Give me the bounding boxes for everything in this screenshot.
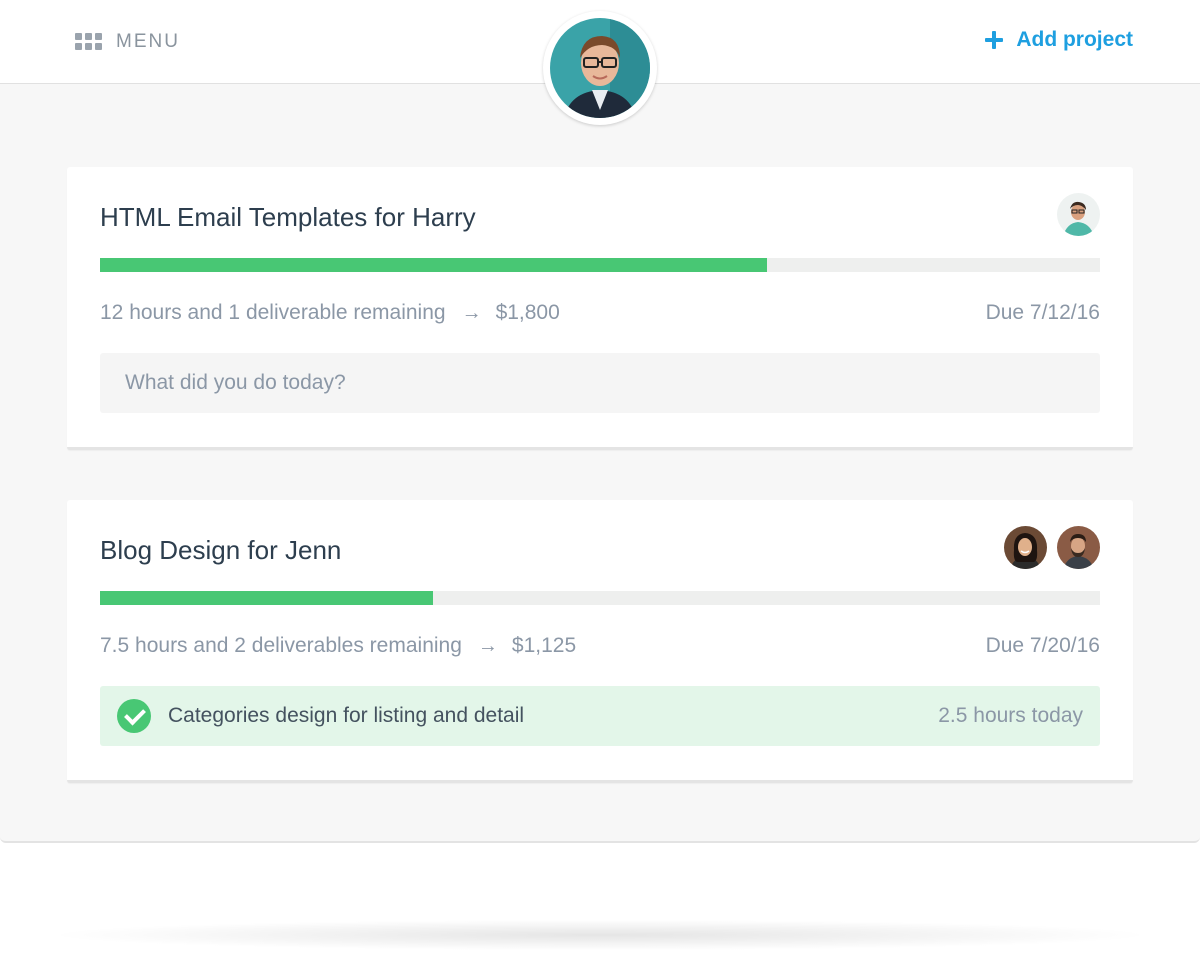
completed-entry[interactable]: Categories design for listing and detail… bbox=[100, 686, 1100, 746]
progress-fill bbox=[100, 591, 433, 605]
project-card[interactable]: HTML Email Templates for Harry 12 hours … bbox=[67, 167, 1133, 450]
project-amount: $1,800 bbox=[495, 301, 560, 324]
menu-button[interactable]: MENU bbox=[75, 31, 180, 53]
check-circle-icon bbox=[117, 699, 151, 733]
project-meta: 12 hours and 1 deliverable remaining → $… bbox=[100, 301, 560, 325]
project-amount: $1,125 bbox=[511, 634, 577, 657]
daily-entry-input[interactable] bbox=[100, 353, 1100, 413]
user-avatar-photo bbox=[550, 18, 650, 118]
avatar-icon[interactable] bbox=[1057, 193, 1100, 236]
project-title: Blog Design for Jenn bbox=[100, 535, 342, 565]
entry-text: Categories design for listing and detail bbox=[168, 704, 525, 727]
arrow-right-icon: → bbox=[477, 634, 498, 657]
arrow-right-icon: → bbox=[461, 301, 482, 324]
grid-menu-icon bbox=[75, 33, 102, 51]
due-date: Due 7/12/16 bbox=[985, 301, 1100, 324]
collaborators bbox=[1004, 526, 1100, 569]
progress-bar bbox=[100, 258, 1100, 272]
add-project-button[interactable]: Add project bbox=[984, 28, 1133, 52]
entry-hours: 2.5 hours today bbox=[938, 704, 1083, 727]
progress-fill bbox=[100, 258, 767, 272]
project-meta: 7.5 hours and 2 deliverables remaining →… bbox=[100, 634, 576, 658]
user-avatar[interactable] bbox=[543, 11, 657, 125]
avatar-icon[interactable] bbox=[1004, 526, 1047, 569]
app-window: MENU Add project HTML Email Templates fo… bbox=[0, 0, 1200, 843]
collaborators bbox=[1057, 193, 1100, 236]
avatar-icon[interactable] bbox=[1057, 526, 1100, 569]
add-project-label: Add project bbox=[1016, 28, 1133, 51]
plus-icon bbox=[984, 30, 1004, 50]
project-title: HTML Email Templates for Harry bbox=[100, 202, 476, 232]
project-card[interactable]: Blog Design for Jenn 7.5 hours and 2 del… bbox=[67, 500, 1133, 783]
progress-bar bbox=[100, 591, 1100, 605]
remaining-text: 7.5 hours and 2 deliverables remaining bbox=[100, 634, 462, 657]
menu-label: MENU bbox=[116, 31, 180, 52]
remaining-text: 12 hours and 1 deliverable remaining bbox=[100, 301, 446, 324]
drop-shadow bbox=[60, 920, 1140, 950]
due-date: Due 7/20/16 bbox=[985, 634, 1100, 657]
